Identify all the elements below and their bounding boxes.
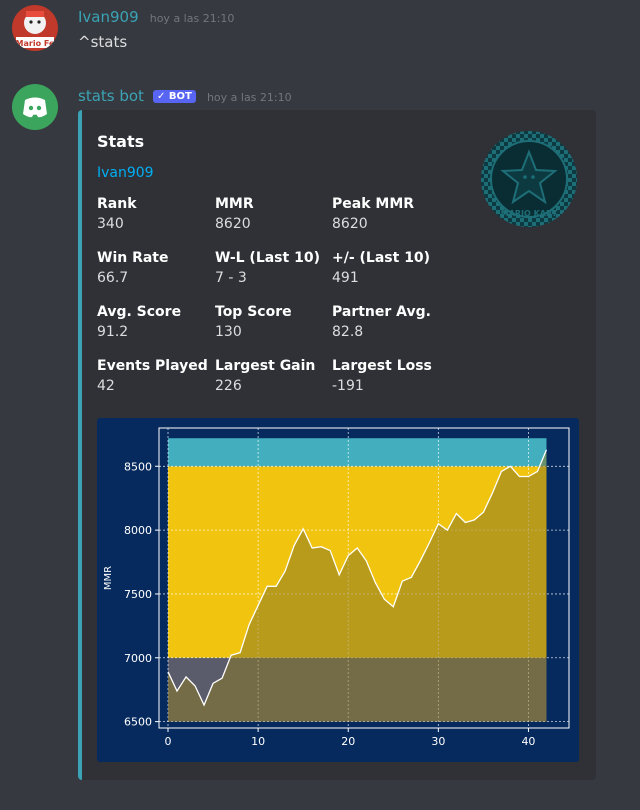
x-tick-label: 30 xyxy=(431,735,445,748)
y-tick-label: 7500 xyxy=(124,588,152,601)
y-tick-label: 6500 xyxy=(124,716,152,729)
field-name: Peak MMR xyxy=(332,196,415,212)
bot-author-name[interactable]: stats bot xyxy=(78,87,144,105)
embed-field: Peak MMR 8620 xyxy=(332,196,450,232)
embed-field: W-L (Last 10) 7 - 3 xyxy=(215,250,333,286)
embed-field: MMR 8620 xyxy=(215,196,333,232)
field-name: Win Rate xyxy=(97,250,169,266)
field-name: Largest Gain xyxy=(215,358,316,374)
field-value: 491 xyxy=(332,270,359,286)
field-name: Partner Avg. xyxy=(332,304,431,320)
avatar[interactable]: Mario Fe xyxy=(12,5,58,51)
author-name[interactable]: Ivan909 xyxy=(78,8,139,26)
thumbnail-text: MARIO KART xyxy=(501,209,558,218)
x-tick-label: 10 xyxy=(251,735,265,748)
field-value: -191 xyxy=(332,378,364,394)
field-name: +/- (Last 10) xyxy=(332,250,431,266)
embed-player-link[interactable]: Ivan909 xyxy=(97,165,154,181)
avatar-text: Mario Fe xyxy=(16,39,55,48)
embed-field: Rank 340 xyxy=(97,196,215,232)
rank-band xyxy=(168,438,547,467)
discord-logo-icon xyxy=(23,97,47,118)
y-tick-label: 8500 xyxy=(124,460,152,473)
field-value: 42 xyxy=(97,378,115,394)
field-value: 8620 xyxy=(215,216,251,232)
y-tick-label: 8000 xyxy=(124,524,152,537)
mario-kart-star-icon: MARIO KART xyxy=(481,131,577,227)
field-name: MMR xyxy=(215,196,254,212)
bot-avatar[interactable] xyxy=(12,84,58,130)
field-value: 130 xyxy=(215,324,242,340)
embed-field: Win Rate 66.7 xyxy=(97,250,215,286)
field-name: Rank xyxy=(97,196,137,212)
field-value: 66.7 xyxy=(97,270,129,286)
field-name: W-L (Last 10) xyxy=(215,250,320,266)
stats-embed: Stats Ivan909 MARIO KART Rank 340 MMR 8620 P… xyxy=(78,110,596,780)
field-name: Avg. Score xyxy=(97,304,182,320)
mmr-chart-svg: 6500 7000 7500 8000 8500 0 10 20 30 40 MMR xyxy=(97,418,579,762)
field-value: 8620 xyxy=(332,216,368,232)
field-name: Events Played xyxy=(97,358,208,374)
timestamp: hoy a las 21:10 xyxy=(149,12,235,25)
embed-field: Avg. Score 91.2 xyxy=(97,304,215,340)
embed-field: Largest Loss -191 xyxy=(332,358,450,394)
embed-field: Events Played 42 xyxy=(97,358,215,394)
field-value: 82.8 xyxy=(332,324,364,340)
embed-thumbnail[interactable]: MARIO KART xyxy=(480,130,578,228)
x-tick-label: 20 xyxy=(341,735,355,748)
embed-field: Partner Avg. 82.8 xyxy=(332,304,450,340)
field-name: Top Score xyxy=(215,304,292,320)
x-tick-label: 40 xyxy=(521,735,535,748)
y-tick-label: 7000 xyxy=(124,652,152,665)
embed-field: Top Score 130 xyxy=(215,304,333,340)
field-value: 91.2 xyxy=(97,324,129,340)
field-value: 226 xyxy=(215,378,242,394)
field-value: 340 xyxy=(97,216,124,232)
field-name: Largest Loss xyxy=(332,358,432,374)
field-value: 7 - 3 xyxy=(215,270,247,286)
timestamp: hoy a las 21:10 xyxy=(206,91,292,104)
embed-title: Stats xyxy=(97,132,145,151)
mmr-chart: 6500 7000 7500 8000 8500 0 10 20 30 40 MMR xyxy=(97,418,579,762)
y-axis-label: MMR xyxy=(103,566,114,590)
message-content: ^stats xyxy=(78,33,128,51)
bot-badge: ✓ BOT xyxy=(153,90,196,103)
embed-field: Largest Gain 226 xyxy=(215,358,333,394)
x-tick-label: 0 xyxy=(165,735,172,748)
embed-field: +/- (Last 10) 491 xyxy=(332,250,450,286)
